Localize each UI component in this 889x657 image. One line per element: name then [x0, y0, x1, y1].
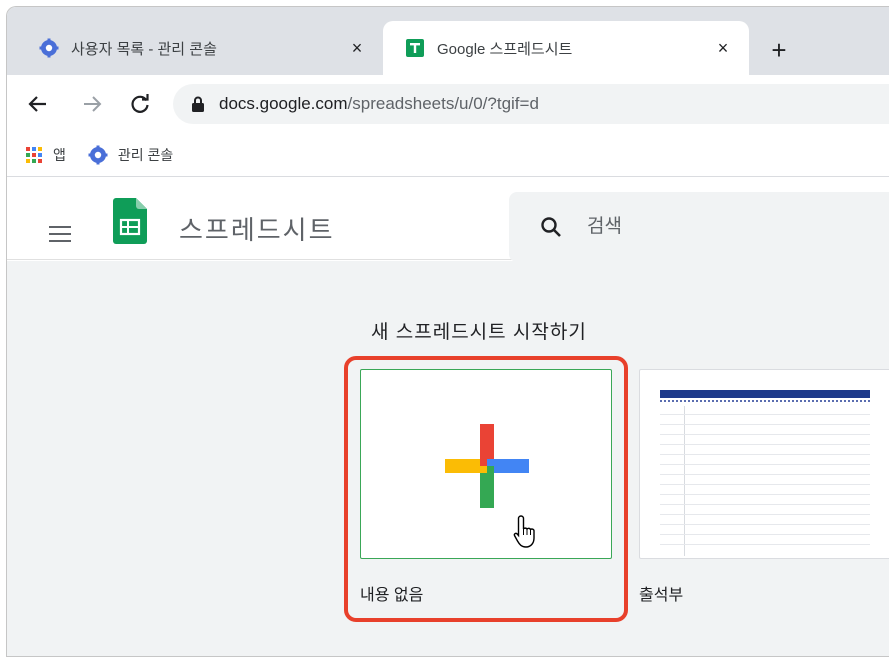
search-bar[interactable]: [509, 192, 889, 262]
url-text: docs.google.com/spreadsheets/u/0/?tgif=d: [219, 94, 539, 114]
bookmark-admin-console[interactable]: 관리 콘솔: [88, 145, 173, 165]
plus-icon: [445, 424, 529, 508]
forward-button[interactable]: [77, 89, 107, 119]
blank-template-thumbnail[interactable]: [360, 369, 612, 559]
bookmarks-bar: 앱 관리 콘솔: [7, 133, 889, 177]
address-bar[interactable]: docs.google.com/spreadsheets/u/0/?tgif=d: [173, 84, 889, 124]
tab-strip: 사용자 목록 - 관리 콘솔 × Google 스프레드시트 × +: [7, 7, 889, 75]
bookmark-apps[interactable]: 앱: [25, 145, 66, 165]
admin-console-icon: [39, 38, 59, 58]
sheets-icon: [405, 38, 425, 58]
browser-window: 사용자 목록 - 관리 콘솔 × Google 스프레드시트 × + docs.…: [6, 6, 889, 657]
reload-button[interactable]: [125, 89, 155, 119]
search-input[interactable]: [587, 216, 787, 238]
sheets-header: 스프레드시트: [7, 178, 889, 262]
template-label: 내용 없음: [360, 587, 424, 604]
bookmark-label: 앱: [53, 146, 66, 163]
sheets-logo-icon[interactable]: [113, 198, 147, 244]
apps-grid-icon: [25, 146, 43, 164]
url-path: /spreadsheets/u/0/?tgif=d: [347, 94, 539, 113]
gallery-heading: 새 스프레드시트 시작하기: [371, 322, 587, 343]
template-attendance[interactable]: 출석부: [639, 369, 889, 605]
admin-console-icon: [88, 145, 108, 165]
lock-icon: [192, 96, 204, 112]
tab-admin-console[interactable]: 사용자 목록 - 관리 콘솔 ×: [21, 21, 383, 75]
attendance-thumbnail[interactable]: [639, 369, 889, 559]
new-tab-button[interactable]: +: [765, 37, 793, 65]
tab-google-sheets[interactable]: Google 스프레드시트 ×: [383, 21, 749, 75]
main-menu-icon[interactable]: [49, 226, 71, 247]
app-title: 스프레드시트: [179, 215, 335, 245]
reload-icon: [131, 94, 149, 113]
tab-title: Google 스프레드시트: [437, 40, 573, 58]
arrow-left-icon: [28, 96, 46, 112]
close-tab-icon[interactable]: ×: [343, 38, 371, 59]
search-icon[interactable]: [539, 215, 563, 239]
arrow-right-icon: [84, 96, 102, 112]
url-host: docs.google.com: [219, 94, 348, 113]
template-label: 출석부: [639, 587, 684, 604]
hand-cursor-icon: [513, 515, 535, 548]
tab-title: 사용자 목록 - 관리 콘솔: [71, 40, 217, 58]
bookmark-label: 관리 콘솔: [117, 146, 174, 163]
back-button[interactable]: [23, 89, 53, 119]
close-tab-icon[interactable]: ×: [709, 38, 737, 59]
template-blank[interactable]: 내용 없음: [360, 369, 612, 605]
browser-toolbar: docs.google.com/spreadsheets/u/0/?tgif=d: [7, 75, 889, 133]
template-gallery: 새 스프레드시트 시작하기 내용 없음 출석부: [7, 261, 889, 656]
